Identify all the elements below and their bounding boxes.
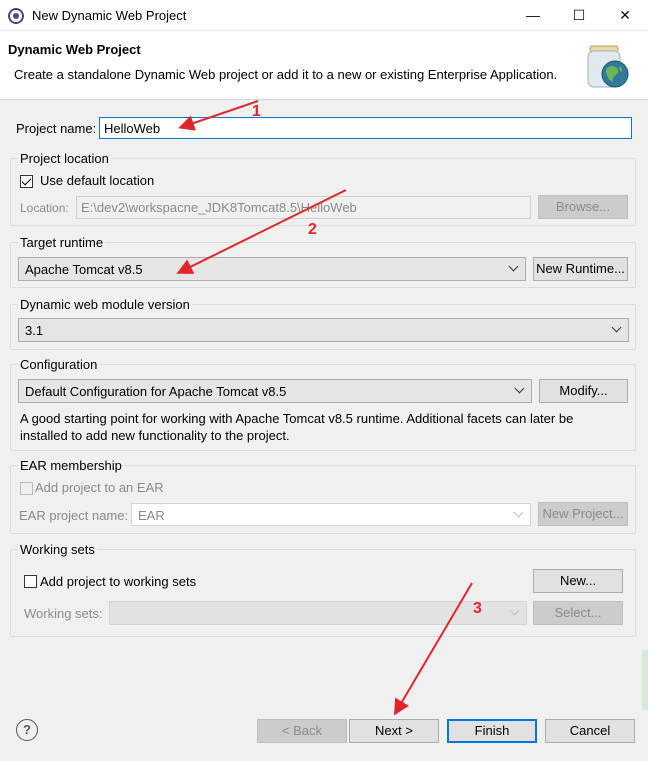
module-version-title: Dynamic web module version <box>18 297 192 312</box>
target-runtime-value: Apache Tomcat v8.5 <box>25 262 143 277</box>
project-name-input[interactable]: HelloWeb <box>99 117 632 139</box>
chevron-down-icon <box>515 385 525 395</box>
working-sets-label: Working sets: <box>24 606 103 621</box>
background-window-edge <box>642 650 648 710</box>
annotation-marker-2: 2 <box>308 221 317 238</box>
help-icon[interactable]: ? <box>16 719 38 741</box>
target-runtime-title: Target runtime <box>18 235 106 250</box>
back-button[interactable]: < Back <box>257 719 347 743</box>
working-sets-select[interactable] <box>109 601 527 625</box>
target-runtime-select[interactable]: Apache Tomcat v8.5 <box>18 257 526 281</box>
location-label: Location: <box>20 201 69 215</box>
new-working-set-button[interactable]: New... <box>533 569 623 593</box>
add-to-working-sets-label: Add project to working sets <box>40 574 197 589</box>
add-to-ear-label: Add project to an EAR <box>35 480 164 495</box>
page-description: Create a standalone Dynamic Web project … <box>14 67 558 82</box>
ear-project-name-label: EAR project name: <box>19 508 129 523</box>
configuration-title: Configuration <box>18 357 100 372</box>
module-version-value: 3.1 <box>25 323 44 338</box>
title-bar: New Dynamic Web Project — ☐ ✕ <box>0 0 648 31</box>
project-name-label: Project name: <box>16 121 97 136</box>
cancel-button[interactable]: Cancel <box>545 719 635 743</box>
configuration-select[interactable]: Default Configuration for Apache Tomcat … <box>18 379 532 403</box>
eclipse-app-icon <box>8 8 24 24</box>
ear-project-name-select[interactable]: EAR <box>131 503 531 526</box>
configuration-description-line2: installed to add new functionality to th… <box>20 428 290 443</box>
select-working-sets-button[interactable]: Select... <box>533 601 623 625</box>
ear-membership-title: EAR membership <box>18 458 124 473</box>
configuration-value: Default Configuration for Apache Tomcat … <box>25 384 287 399</box>
chevron-down-icon <box>514 509 524 519</box>
new-ear-project-button[interactable]: New Project... <box>538 502 628 526</box>
add-to-ear-checkbox[interactable] <box>20 482 33 495</box>
finish-button[interactable]: Finish <box>447 719 537 743</box>
project-location-title: Project location <box>18 151 111 166</box>
annotation-marker-1: 1 <box>252 103 261 120</box>
web-project-globe-icon <box>587 45 629 88</box>
new-runtime-button[interactable]: New Runtime... <box>533 257 628 281</box>
working-sets-title: Working sets <box>18 542 97 557</box>
add-to-working-sets-checkbox[interactable] <box>24 575 37 588</box>
annotation-marker-3: 3 <box>473 600 482 617</box>
module-version-select[interactable]: 3.1 <box>18 318 629 342</box>
chevron-down-icon <box>509 263 519 273</box>
close-button[interactable]: ✕ <box>602 0 648 31</box>
minimize-button[interactable]: — <box>510 0 556 31</box>
location-input[interactable]: E:\dev2\workspacne_JDK8Tomcat8.5\HelloWe… <box>76 196 531 219</box>
use-default-location-label: Use default location <box>40 173 155 188</box>
page-title: Dynamic Web Project <box>8 42 141 57</box>
use-default-location-checkbox[interactable] <box>20 175 33 188</box>
wizard-header: Dynamic Web Project Create a standalone … <box>0 31 648 100</box>
browse-button[interactable]: Browse... <box>538 195 628 219</box>
next-button[interactable]: Next > <box>349 719 439 743</box>
window-title: New Dynamic Web Project <box>32 8 187 23</box>
chevron-down-icon <box>510 607 520 617</box>
ear-project-name-value: EAR <box>138 508 165 523</box>
chevron-down-icon <box>612 324 622 334</box>
maximize-button[interactable]: ☐ <box>556 0 602 31</box>
configuration-description-line1: A good starting point for working with A… <box>20 411 574 426</box>
modify-button[interactable]: Modify... <box>539 379 628 403</box>
